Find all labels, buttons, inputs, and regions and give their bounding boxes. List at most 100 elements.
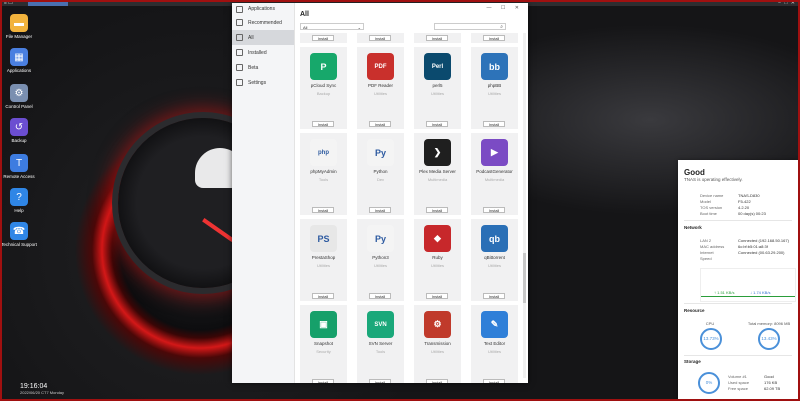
install-button[interactable]: Install xyxy=(312,35,334,41)
sidebar-item-installed[interactable]: Installed xyxy=(232,45,294,60)
star-icon xyxy=(236,19,243,26)
app-card[interactable]: ▶ PodcastGenerator Multimedia Install xyxy=(471,133,518,215)
install-button[interactable]: Install xyxy=(426,207,448,213)
device-info-label: Boot time xyxy=(700,211,717,216)
resource-title: Resource xyxy=(684,308,705,313)
desktop-icon-remote-access[interactable]: T Remote Access xyxy=(0,154,38,179)
desktop-icon-backup[interactable]: ↺ Backup xyxy=(0,118,38,143)
install-button[interactable]: Install xyxy=(483,207,505,213)
category-filter-select[interactable]: All ⌄ xyxy=(300,23,364,30)
install-button[interactable]: Install xyxy=(426,293,448,299)
network-speed-chart xyxy=(700,268,796,302)
speed-down: ↓ 1.74 KB/s xyxy=(750,290,771,295)
snapshot-icon: ▣ xyxy=(310,311,337,338)
page-title: All xyxy=(300,11,309,18)
app-card[interactable]: ▣ Snapshot Security Install xyxy=(300,305,347,383)
app-card[interactable]: Py Python3 Utilities Install xyxy=(357,219,404,301)
app-category: Multimedia xyxy=(484,177,505,182)
network-info-label: LAN 2 xyxy=(700,238,712,243)
volume-info-value: Good xyxy=(764,374,774,379)
status-headline: Good xyxy=(684,168,705,177)
app-card[interactable]: PS PrestaShop Utilities Install xyxy=(300,219,347,301)
install-button[interactable]: Install xyxy=(312,121,334,127)
speed-line xyxy=(701,296,795,297)
search-input[interactable]: ⌕ xyxy=(434,23,506,30)
plex-media-server-icon: ❯ xyxy=(424,139,451,166)
app-card[interactable]: PpCloud Sync Backup Install xyxy=(300,47,347,129)
app-card[interactable]: Perl perl5 Utilities Install xyxy=(414,47,461,129)
install-button[interactable]: Install xyxy=(369,293,391,299)
app-category: Backup xyxy=(316,91,331,96)
qbittorrent-icon: qb xyxy=(481,225,508,252)
transmission-icon: ⚙ xyxy=(424,311,451,338)
app-card[interactable]: ✎ Text Editor Utilities Install xyxy=(471,305,518,383)
volume-info-label: Volume #1 xyxy=(728,374,747,379)
install-button[interactable]: Install xyxy=(369,207,391,213)
app-grid: Install Install Install Install PpCloud Syn… xyxy=(300,33,528,383)
python-icon: Py xyxy=(367,139,394,166)
desktop-icon-control-panel[interactable]: ⚙ Control Panel xyxy=(0,84,38,109)
app-category: Utilities xyxy=(374,263,387,268)
sidebar-item-settings[interactable]: Settings xyxy=(232,75,294,90)
install-button[interactable]: Install xyxy=(312,379,334,383)
app-card[interactable]: PDF PDF Reader Utilities Install xyxy=(357,47,404,129)
app-category: Utilities xyxy=(488,91,501,96)
search-icon[interactable]: ⌕ xyxy=(500,24,503,30)
install-button[interactable]: Install xyxy=(483,121,505,127)
install-button[interactable]: Install xyxy=(483,35,505,41)
sidebar-item-beta[interactable]: Beta xyxy=(232,60,294,75)
taskbar-app-tab[interactable] xyxy=(28,1,68,6)
desktop-icon-technical-support[interactable]: ☎ Technical Support xyxy=(0,222,38,247)
app-card[interactable]: qb qBittorrent Utilities Install xyxy=(471,219,518,301)
scrollbar[interactable] xyxy=(523,33,526,378)
desktop-icon-file-manager[interactable]: ▬ File Manager xyxy=(0,14,38,39)
desktop-icon-label: Remote Access xyxy=(3,174,35,179)
app-category: Tools xyxy=(318,177,329,182)
sidebar-item-applications: Applications xyxy=(232,3,294,15)
help-icon: ? xyxy=(10,188,28,206)
app-card-partial: Install xyxy=(357,33,404,43)
scrollbar-thumb[interactable] xyxy=(523,253,526,303)
app-card-partial: Install xyxy=(471,33,518,43)
install-button[interactable]: Install xyxy=(312,207,334,213)
taskbar-menu-icons[interactable]: ≡ ☐ xyxy=(4,0,13,6)
app-card[interactable]: ◆ Ruby Utilities Install xyxy=(414,219,461,301)
sidebar-item-label: All xyxy=(248,34,254,41)
app-name: perl5 xyxy=(432,83,443,88)
install-button[interactable]: Install xyxy=(312,293,334,299)
app-card[interactable]: Py Python Dev Install xyxy=(357,133,404,215)
app-card[interactable]: ❯ Plex Media Server Multimedia Install xyxy=(414,133,461,215)
python3-icon: Py xyxy=(367,225,394,252)
app-center-window: Applications Recommended All Installed Beta S… xyxy=(232,3,528,383)
sidebar-item-all[interactable]: All xyxy=(232,30,294,45)
app-card[interactable]: ⚙ Transmission Utilities Install xyxy=(414,305,461,383)
install-button[interactable]: Install xyxy=(426,379,448,383)
desktop-icon-applications[interactable]: ▦ Applications xyxy=(0,48,38,73)
device-info-value: 00 day(s) 00:23 xyxy=(738,211,766,216)
device-info-label: TOS version xyxy=(700,205,723,210)
install-button[interactable]: Install xyxy=(483,379,505,383)
sidebar-item-recommended[interactable]: Recommended xyxy=(232,15,294,30)
install-button[interactable]: Install xyxy=(483,293,505,299)
install-button[interactable]: Install xyxy=(369,35,391,41)
install-button[interactable]: Install xyxy=(369,379,391,383)
app-row: php phpMyAdmin Tools Install Py Python Dev Inst… xyxy=(300,133,528,215)
app-card[interactable]: php phpMyAdmin Tools Install xyxy=(300,133,347,215)
window-controls[interactable]: — ☐ ✕ xyxy=(487,5,523,11)
install-button[interactable]: Install xyxy=(426,121,448,127)
taskbar-window-controls[interactable]: − □ ✕ xyxy=(778,0,796,6)
desktop-icon-help[interactable]: ? Help xyxy=(0,188,38,213)
desktop-icon-label: File Manager xyxy=(5,34,33,39)
app-name: Text Editor xyxy=(483,341,506,346)
speed-up: ↑ 1.51 KB/s xyxy=(714,290,735,295)
text-editor-icon: ✎ xyxy=(481,311,508,338)
app-card[interactable]: bb phpBB Utilities Install xyxy=(471,47,518,129)
install-button[interactable]: Install xyxy=(426,35,448,41)
app-category: Utilities xyxy=(374,91,387,96)
backup-icon: ↺ xyxy=(10,118,28,136)
clock-time: 19:16:04 xyxy=(20,383,48,390)
install-button[interactable]: Install xyxy=(369,121,391,127)
gear-icon xyxy=(236,79,243,86)
app-card[interactable]: SVN SVN Server Tools Install xyxy=(357,305,404,383)
app-name: Transmission xyxy=(424,341,451,346)
